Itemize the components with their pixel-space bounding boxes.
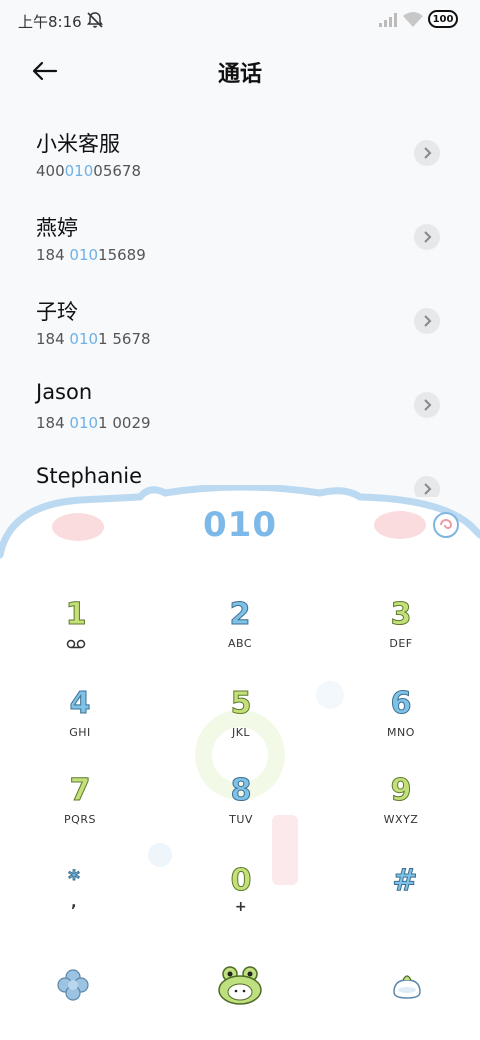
header: 通话 — [0, 44, 480, 100]
key-digit: 9 — [390, 773, 412, 809]
page-title: 通话 — [217, 62, 262, 87]
menu-button[interactable] — [48, 960, 98, 1010]
voicemail-icon — [66, 639, 86, 649]
contact-result[interactable]: 子玲 184 0101 5678 — [0, 280, 480, 364]
dialpad-key-5[interactable]: 5 JKL — [181, 686, 301, 756]
contact-name: Jason — [36, 380, 93, 404]
key-letters: DEF — [389, 637, 413, 650]
chevron-right-icon — [424, 315, 432, 327]
key-digit: 3 — [390, 597, 412, 633]
status-time: 上午8:16 — [18, 13, 82, 31]
contact-number: 184 01015689 — [36, 246, 146, 264]
cloud-dialpad-background — [0, 485, 480, 1040]
dialpad-key-hash[interactable]: # — [345, 863, 465, 933]
contact-name: 子玲 — [36, 300, 78, 324]
contact-name: 燕婷 — [36, 216, 78, 240]
key-letters: + — [234, 899, 248, 915]
key-letters: ABC — [227, 637, 253, 650]
battery-indicator: 100 — [428, 10, 458, 28]
contact-number: 40001005678 — [36, 162, 141, 180]
chevron-right-icon — [424, 147, 432, 159]
key-letters: JKL — [231, 726, 251, 739]
dialpad-key-6[interactable]: 6 MNO — [341, 686, 461, 756]
contact-name: 小米客服 — [36, 132, 120, 156]
contact-detail-button[interactable] — [414, 140, 440, 166]
dialpad-key-8[interactable]: 8 TUV — [181, 773, 301, 843]
bottom-action-bar — [0, 960, 480, 1020]
contact-number: 184 0101 5678 — [36, 330, 151, 348]
key-digit: 1 — [65, 597, 87, 633]
status-bar: 上午8:16 100 — [0, 0, 480, 44]
dialpad-key-4[interactable]: 4 GHI — [20, 686, 140, 756]
contact-results-list: 小米客服 40001005678 燕婷 184 01015689 子玲 184 … — [0, 112, 480, 497]
key-digit: 6 — [390, 686, 412, 722]
contact-result[interactable]: 小米客服 40001005678 — [0, 112, 480, 196]
key-letters: PQRS — [64, 813, 96, 826]
mute-bell-icon — [87, 12, 103, 28]
dialpad-key-7[interactable]: 7 PQRS — [20, 773, 140, 843]
chevron-right-icon — [424, 231, 432, 243]
key-digit: 8 — [230, 773, 252, 809]
key-digit: # — [392, 863, 418, 899]
flower-menu-icon — [57, 969, 89, 1001]
frog-call-icon — [218, 966, 262, 1005]
swirl-candy-icon[interactable] — [432, 511, 460, 539]
dialpad-key-star[interactable]: * , — [14, 863, 134, 933]
key-digit: 4 — [69, 686, 91, 722]
call-button[interactable] — [215, 960, 265, 1010]
hide-dialpad-button[interactable] — [382, 960, 432, 1010]
key-letters: WXYZ — [383, 813, 419, 826]
dialpad-key-2[interactable]: 2 ABC — [180, 597, 300, 667]
contact-result[interactable]: 燕婷 184 01015689 — [0, 196, 480, 280]
key-digit: 7 — [69, 773, 91, 809]
key-digit: 5 — [230, 686, 252, 722]
wifi-icon — [403, 12, 423, 27]
dialpad-key-3[interactable]: 3 DEF — [341, 597, 461, 667]
contact-detail-button[interactable] — [414, 224, 440, 250]
chevron-right-icon — [424, 399, 432, 411]
dialpad-key-9[interactable]: 9 WXYZ — [341, 773, 461, 843]
dialpad-key-0[interactable]: 0 + — [181, 863, 301, 933]
bun-hide-icon — [393, 975, 421, 999]
key-digit: * — [68, 867, 81, 893]
key-digit: 0 — [230, 863, 252, 899]
key-digit: 2 — [229, 597, 251, 633]
contact-number: 184 0101 0029 — [36, 414, 151, 432]
contact-result[interactable]: Jason 184 0101 0029 — [0, 364, 480, 448]
contact-detail-button[interactable] — [414, 308, 440, 334]
contact-detail-button[interactable] — [414, 392, 440, 418]
key-letters: GHI — [69, 726, 91, 739]
signal-icon — [379, 13, 397, 27]
dialed-number-display[interactable]: 010 — [0, 505, 480, 545]
key-letters: TUV — [229, 813, 253, 826]
dialpad-key-1[interactable]: 1 — [16, 597, 136, 667]
key-letters: , — [71, 895, 77, 911]
key-letters: MNO — [387, 726, 415, 739]
dialpad: 010 1 2 ABC 3 DEF 4 GHI 5 JKL 6 MNO 7 PQ… — [0, 485, 480, 1040]
battery-level: 100 — [432, 13, 454, 25]
